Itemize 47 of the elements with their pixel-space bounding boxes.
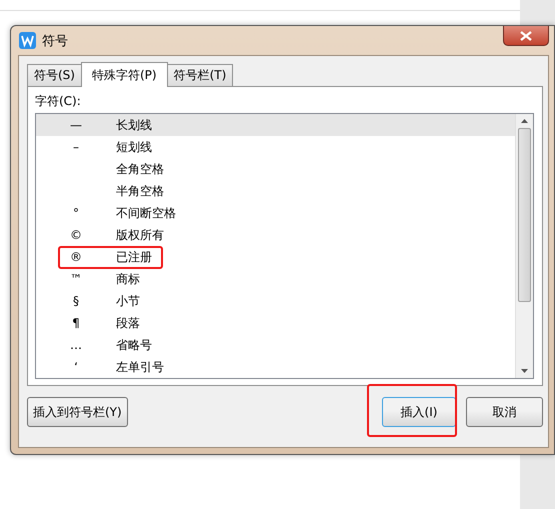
symbol-text: …	[69, 338, 83, 352]
symbol-text: ‘	[73, 360, 79, 374]
close-button[interactable]	[503, 26, 549, 46]
tab[interactable]: 符号栏(T)	[166, 64, 234, 86]
list-item[interactable]: ® 已注册	[36, 246, 515, 268]
character-name: 已注册	[116, 248, 152, 266]
symbol-text: §	[72, 294, 80, 308]
character-name: 商标	[116, 270, 140, 288]
list-item[interactable]: ‘ 左单引号	[36, 356, 515, 378]
list-item[interactable]: … 省略号	[36, 334, 515, 356]
dialog-button[interactable]: 插入到符号栏(Y)	[27, 397, 128, 427]
scroll-thumb[interactable]	[518, 128, 531, 302]
character-name: 段落	[116, 314, 140, 332]
symbol-text: ©	[69, 228, 83, 242]
list-item[interactable]: 全角空格	[36, 158, 515, 180]
symbol-text: ™	[69, 272, 83, 286]
list-item[interactable]: – 短划线	[36, 136, 515, 158]
symbol-text: –	[72, 140, 80, 154]
list-item[interactable]: ™ 商标	[36, 268, 515, 290]
window-title: 符号	[42, 32, 68, 50]
character-name: 版权所有	[116, 226, 164, 244]
list-item[interactable]: 半角空格	[36, 180, 515, 202]
symbol-text: ¶	[71, 316, 81, 330]
dialog-button[interactable]: 插入(I)	[382, 397, 456, 427]
tab[interactable]: 特殊字符(P)	[80, 62, 168, 87]
list-item[interactable]: ¶ 段落	[36, 312, 515, 334]
list-item[interactable]: § 小节	[36, 290, 515, 312]
list-item[interactable]: ° 不间断空格	[36, 202, 515, 224]
symbol-text: —	[69, 118, 83, 132]
character-name: 半角空格	[116, 182, 164, 200]
character-name: 不间断空格	[116, 204, 176, 222]
tab[interactable]: 符号(S)	[27, 64, 82, 86]
character-name: 小节	[116, 292, 140, 310]
symbol-text: ®	[69, 250, 83, 264]
list-label: 字符(C):	[35, 93, 82, 110]
list-item[interactable]: — 长划线	[36, 114, 515, 136]
character-name: 短划线	[116, 138, 152, 156]
character-name: 省略号	[116, 336, 152, 354]
character-name: 长划线	[116, 116, 152, 134]
scrollbar[interactable]	[515, 114, 533, 378]
list-item[interactable]: © 版权所有	[36, 224, 515, 246]
app-icon	[19, 32, 36, 49]
character-name: 左单引号	[116, 358, 164, 376]
close-icon	[520, 30, 532, 40]
symbol-text: °	[72, 206, 80, 220]
dialog-button[interactable]: 取消	[466, 397, 543, 427]
character-name: 全角空格	[116, 160, 164, 178]
